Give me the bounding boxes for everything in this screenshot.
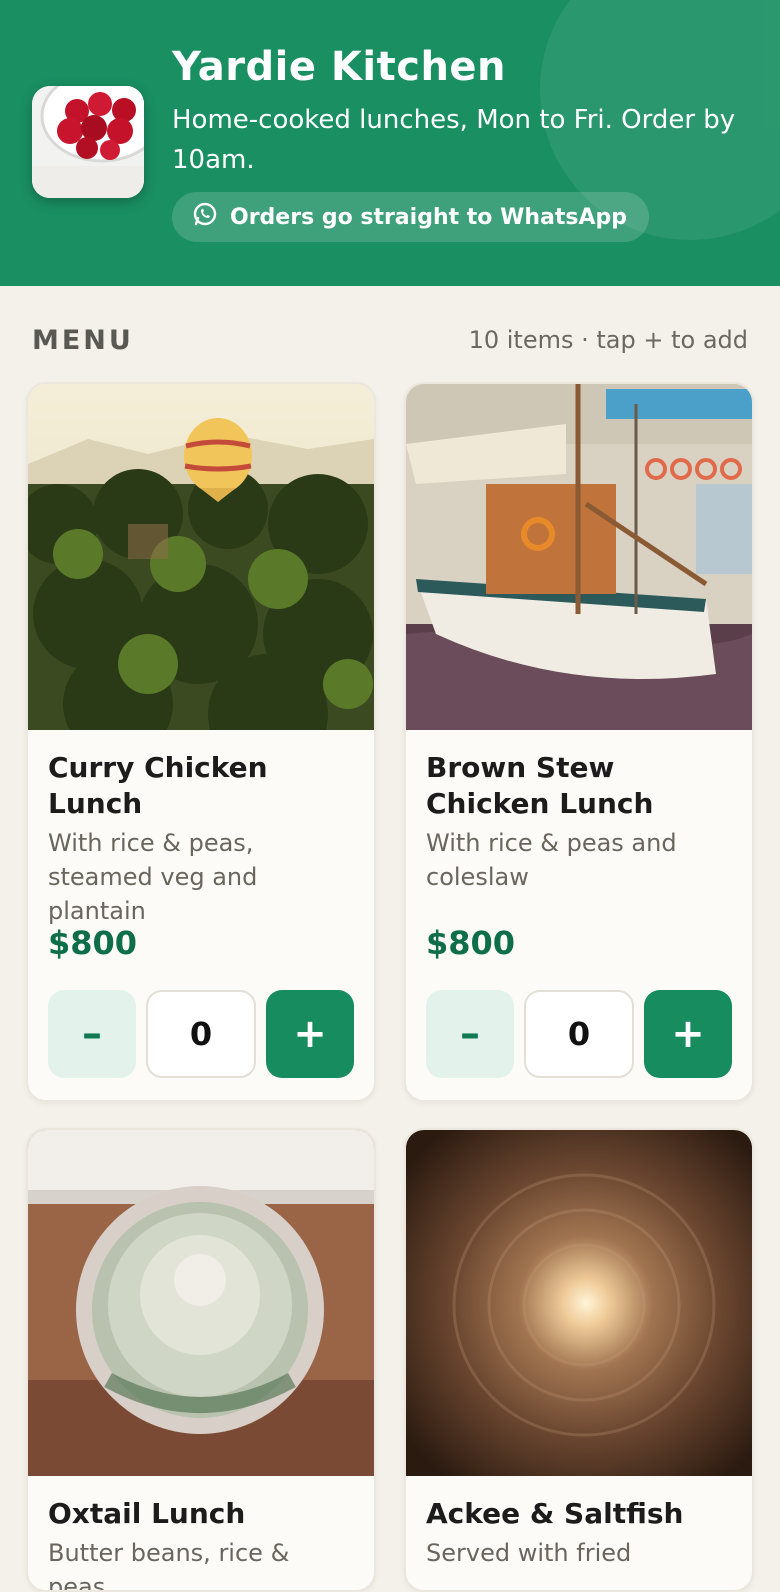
menu-item-card: Ackee & Saltfish Served with fried <box>404 1128 754 1592</box>
whatsapp-label: Orders go straight to WhatsApp <box>230 204 627 230</box>
item-description: With rice & peas, steamed veg and planta… <box>48 829 258 925</box>
whatsapp-badge: Orders go straight to WhatsApp <box>172 192 649 242</box>
item-description: With rice & peas and coleslaw <box>426 829 677 891</box>
header: Yardie Kitchen Home-cooked lunches, Mon … <box>0 0 780 286</box>
item-description: Butter beans, rice & peas <box>48 1539 290 1592</box>
menu-item-card: Oxtail Lunch Butter beans, rice & peas <box>26 1128 376 1592</box>
menu-bar: MENU 10 items · tap + to add <box>32 318 748 362</box>
quantity-stepper: – 0 + <box>48 990 354 1078</box>
quantity-value: 0 <box>146 990 256 1078</box>
brand-logo <box>32 86 144 198</box>
brand-name: Yardie Kitchen <box>172 44 507 90</box>
item-photo <box>28 384 374 730</box>
menu-hint: 10 items · tap + to add <box>468 326 748 354</box>
item-photo <box>406 1130 752 1476</box>
menu-item-card: Curry Chicken Lunch With rice & peas, st… <box>26 382 376 1102</box>
brand-tagline: Home-cooked lunches, Mon to Fri. Order b… <box>172 105 736 175</box>
increase-button[interactable]: + <box>644 990 732 1078</box>
item-description: Served with fried <box>426 1539 632 1567</box>
item-price: $800 <box>48 924 138 962</box>
decrease-button[interactable]: – <box>48 990 136 1078</box>
item-name: Ackee & Saltfish <box>426 1497 684 1530</box>
item-name: Curry Chicken Lunch <box>48 751 268 820</box>
menu-item-card: Brown Stew Chicken Lunch With rice & pea… <box>404 382 754 1102</box>
quantity-stepper: – 0 + <box>426 990 732 1078</box>
decrease-button[interactable]: – <box>426 990 514 1078</box>
item-name: Brown Stew Chicken Lunch <box>426 751 654 820</box>
whatsapp-icon <box>192 201 218 233</box>
item-photo <box>28 1130 374 1476</box>
quantity-value: 0 <box>524 990 634 1078</box>
item-name: Oxtail Lunch <box>48 1497 246 1530</box>
increase-button[interactable]: + <box>266 990 354 1078</box>
item-price: $800 <box>426 924 516 962</box>
menu-title: MENU <box>32 324 134 356</box>
item-photo <box>406 384 752 730</box>
